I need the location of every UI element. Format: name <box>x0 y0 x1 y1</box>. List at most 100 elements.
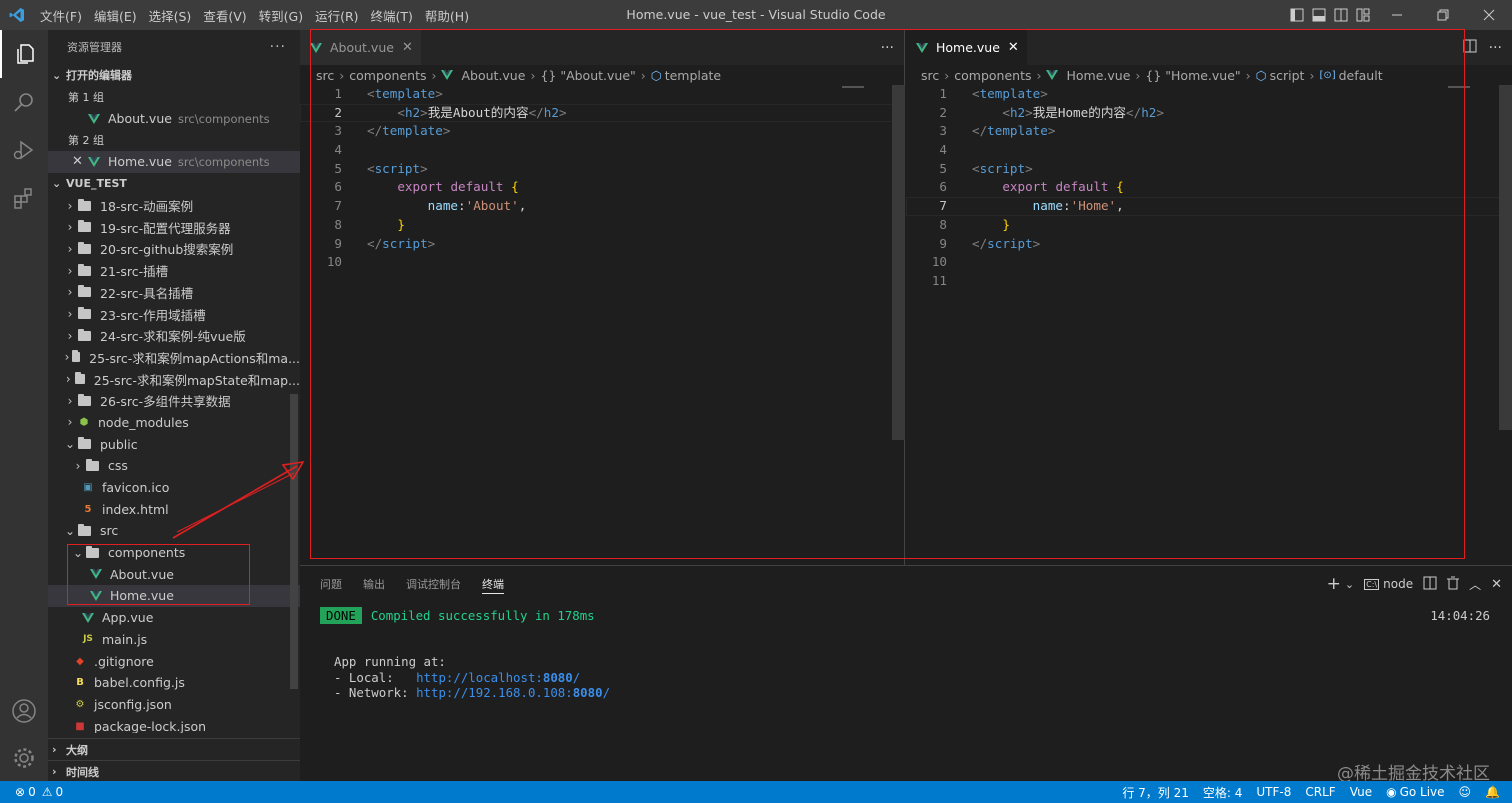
terminal-time: 14:04:26 <box>1430 608 1490 623</box>
cursor-position[interactable]: 行 7，列 21 <box>1122 784 1189 801</box>
go-live-button[interactable]: ◉ Go Live <box>1386 785 1444 799</box>
chevron-down-icon[interactable]: ⌄ <box>1345 578 1354 591</box>
encoding[interactable]: UTF-8 <box>1256 785 1291 799</box>
menu-item[interactable]: 选择(S) <box>143 6 198 25</box>
chevron-right-icon: › <box>67 415 73 430</box>
tree-item-label: src <box>100 523 119 539</box>
tree-item-label: index.html <box>102 501 169 517</box>
project-header[interactable]: ⌄ VUE_TEST <box>48 173 300 195</box>
extensions-icon[interactable] <box>0 174 48 222</box>
outline-header[interactable]: › 大纲 <box>48 738 300 760</box>
tree-file[interactable]: ⚙ jsconfig.json <box>48 694 300 716</box>
editor-scrollbar[interactable] <box>1499 85 1512 430</box>
menu-item[interactable]: 编辑(E) <box>88 6 143 25</box>
tree-folder[interactable]: › 26-src-多组件共享数据 <box>48 390 300 412</box>
explorer-icon[interactable] <box>0 30 48 78</box>
tree-folder[interactable]: › 20-src-github搜索案例 <box>48 238 300 260</box>
tree-file[interactable]: JS main.js <box>48 629 300 651</box>
tree-folder[interactable]: › 18-src-动画案例 <box>48 195 300 217</box>
activity-bar <box>0 30 48 781</box>
tree-item-label: 20-src-github搜索案例 <box>100 242 234 258</box>
broadcast-icon: ◉ <box>1386 785 1397 799</box>
folder-icon <box>86 458 99 471</box>
panel-tab[interactable]: 调试控制台 <box>406 566 461 602</box>
menu-item[interactable]: 转到(G) <box>253 6 309 25</box>
language-mode[interactable]: Vue <box>1350 785 1372 799</box>
vue-file-icon <box>82 612 94 623</box>
new-terminal-icon[interactable]: + <box>1327 574 1341 594</box>
problems-status[interactable]: ⊗ 0 ⚠ 0 <box>15 785 63 799</box>
timeline-header[interactable]: › 时间线 <box>48 760 300 781</box>
tree-item-label: 19-src-配置代理服务器 <box>100 220 231 236</box>
menu-item[interactable]: 查看(V) <box>197 6 252 25</box>
local-url[interactable]: http://localhost:8080/ <box>416 670 580 685</box>
tree-folder[interactable]: › 24-src-求和案例-纯vue版 <box>48 325 300 347</box>
feedback-icon[interactable]: ☺ <box>1459 785 1472 799</box>
menu-item[interactable]: 文件(F) <box>34 6 88 25</box>
app-running-line: App running at: <box>334 654 446 669</box>
go-live-label: Go Live <box>1399 785 1445 799</box>
tree-folder[interactable]: › 22-src-具名插槽 <box>48 282 300 304</box>
trash-icon[interactable] <box>1447 576 1460 593</box>
indentation[interactable]: 空格: 4 <box>1203 784 1243 801</box>
tree-file[interactable]: App.vue <box>48 607 300 629</box>
close-panel-icon[interactable]: ✕ <box>1491 577 1502 592</box>
toggle-sidebar-icon[interactable] <box>1286 0 1308 30</box>
node-modules-icon: ⬢ <box>79 416 89 428</box>
tree-folder[interactable]: ⌄ public <box>48 433 300 455</box>
open-editor-about[interactable]: About.vue src\components <box>48 108 300 130</box>
line-ending[interactable]: CRLF <box>1305 785 1335 799</box>
tree-file[interactable]: ■ package-lock.json <box>48 715 300 733</box>
customize-layout-icon[interactable] <box>1352 0 1374 30</box>
close-icon[interactable] <box>1466 0 1512 30</box>
terminal-select[interactable]: C:\ node <box>1364 577 1413 591</box>
open-editor-home[interactable]: ✕ Home.vue src\components <box>48 151 300 173</box>
network-url[interactable]: http://192.168.0.108:8080/ <box>416 685 610 700</box>
toggle-panel-icon[interactable] <box>1308 0 1330 30</box>
tree-folder[interactable]: › ⬢ node_modules <box>48 412 300 434</box>
tree-folder[interactable]: › 25-src-求和案例mapState和map... <box>48 368 300 390</box>
explorer-sidebar: 资源管理器 ··· ⌄ 打开的编辑器 第 1 组 About.vue src\c… <box>48 30 300 781</box>
gear-icon[interactable] <box>0 734 48 782</box>
annotation-box-editors <box>310 29 1465 559</box>
toggle-secondary-sidebar-icon[interactable] <box>1330 0 1352 30</box>
split-terminal-icon[interactable] <box>1423 576 1437 593</box>
tree-item-label: 25-src-求和案例mapActions和ma... <box>89 350 300 366</box>
project-label: VUE_TEST <box>66 177 127 191</box>
tree-folder[interactable]: › 25-src-求和案例mapActions和ma... <box>48 347 300 369</box>
more-actions-icon[interactable]: ··· <box>1489 40 1502 56</box>
tree-folder[interactable]: › 23-src-作用域插槽 <box>48 303 300 325</box>
bell-icon[interactable]: 🔔 <box>1485 785 1500 799</box>
tree-file[interactable]: Bbabel.config.js <box>48 672 300 694</box>
run-debug-icon[interactable] <box>0 126 48 174</box>
search-icon[interactable] <box>0 78 48 126</box>
tree-file[interactable]: ◆ .gitignore <box>48 650 300 672</box>
maximize-panel-icon[interactable]: ︿ <box>1469 576 1481 593</box>
panel-tab[interactable]: 终端 <box>482 566 504 602</box>
menu-item[interactable]: 终端(T) <box>365 6 419 25</box>
vue-file-icon <box>88 156 100 167</box>
menu-item[interactable]: 帮助(H) <box>419 6 475 25</box>
vue-file-icon <box>88 113 100 124</box>
file-name: Home.vue <box>108 154 172 170</box>
terminal-name: node <box>1383 577 1414 591</box>
more-actions-icon[interactable]: ··· <box>270 39 286 55</box>
restore-icon[interactable] <box>1420 0 1466 30</box>
panel-tab[interactable]: 输出 <box>363 566 385 602</box>
close-editor-icon[interactable]: ✕ <box>72 154 88 169</box>
tree-folder[interactable]: › 21-src-插槽 <box>48 260 300 282</box>
tree-folder[interactable]: › 19-src-配置代理服务器 <box>48 216 300 238</box>
chevron-right-icon: › <box>75 458 81 473</box>
image-file-icon: ▣ <box>83 482 93 494</box>
explorer-title: 资源管理器 <box>67 41 122 54</box>
account-icon[interactable] <box>0 687 48 735</box>
minimize-icon[interactable] <box>1374 0 1420 30</box>
url-port: 8080 <box>572 685 603 701</box>
html-file-icon: 5 <box>84 503 92 515</box>
menu-item[interactable]: 运行(R) <box>309 6 364 25</box>
open-editors-header[interactable]: ⌄ 打开的编辑器 <box>48 64 300 86</box>
annotation-arrow <box>172 460 305 539</box>
tree-item-label: 24-src-求和案例-纯vue版 <box>100 329 246 345</box>
folder-icon <box>78 307 91 320</box>
panel-tab[interactable]: 问题 <box>320 566 342 602</box>
